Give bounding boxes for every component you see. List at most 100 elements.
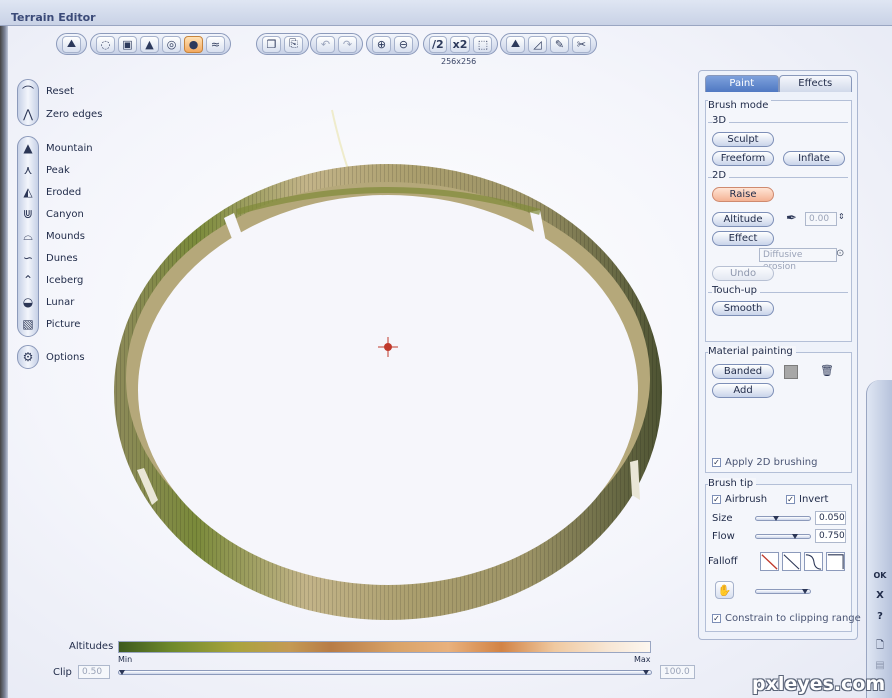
brush-preset-slider[interactable] bbox=[755, 589, 811, 594]
altitude-value-field[interactable]: 0.00 bbox=[805, 212, 837, 226]
copy-icon[interactable]: ❐ bbox=[262, 35, 281, 53]
airbrush-label: Airbrush bbox=[725, 494, 768, 505]
clip-max-handle[interactable] bbox=[643, 670, 649, 675]
invert-row[interactable]: ✓ Invert bbox=[786, 494, 828, 505]
altitude-button[interactable]: Altitude bbox=[712, 212, 774, 227]
close-button[interactable]: X bbox=[872, 588, 888, 604]
clip-range-slider[interactable] bbox=[118, 670, 652, 675]
lunar-icon: ◒ bbox=[22, 295, 34, 309]
stamp-icon[interactable]: ▣ bbox=[118, 35, 137, 53]
chevron-down-icon[interactable]: ⊙ bbox=[836, 248, 844, 259]
effect-button[interactable]: Effect bbox=[712, 231, 774, 246]
freeform-button[interactable]: Freeform bbox=[712, 151, 774, 166]
preset-picture[interactable]: ▧ Picture bbox=[17, 313, 80, 335]
size-slider[interactable] bbox=[755, 516, 811, 521]
mountain-brush-icon[interactable]: ▲ bbox=[140, 35, 159, 53]
terrain-tool-4-icon[interactable]: ✂ bbox=[572, 35, 591, 53]
preset-lunar[interactable]: ◒ Lunar bbox=[17, 291, 75, 313]
inflate-button[interactable]: Inflate bbox=[783, 151, 845, 166]
preset-iceberg[interactable]: ⌃ Iceberg bbox=[17, 269, 83, 291]
constrain-checkbox[interactable]: ✓ bbox=[712, 614, 721, 623]
zero-edges-tool[interactable]: ⋀ Zero edges bbox=[17, 103, 102, 125]
size-value-field[interactable]: 0.050 bbox=[815, 511, 846, 525]
paste-icon[interactable]: ⎘ bbox=[284, 35, 303, 53]
min-label: Min bbox=[118, 655, 133, 664]
iceberg-icon: ⌃ bbox=[22, 273, 34, 287]
undo-icon[interactable]: ↶ bbox=[316, 35, 335, 53]
crop-icon[interactable]: ⬚ bbox=[473, 35, 493, 53]
airbrush-checkbox[interactable]: ✓ bbox=[712, 495, 721, 504]
reset-tool[interactable]: ⌒ Reset bbox=[17, 80, 74, 102]
preset-canyon[interactable]: ⋓ Canyon bbox=[17, 203, 84, 225]
eroded-icon: ◭ bbox=[23, 185, 33, 199]
zoom-out-icon[interactable]: ⊖ bbox=[394, 35, 413, 53]
raise-button[interactable]: Raise bbox=[712, 187, 774, 202]
banded-button[interactable]: Banded bbox=[712, 364, 774, 379]
constrain-row[interactable]: ✓ Constrain to clipping range bbox=[712, 613, 861, 624]
slider-knob[interactable] bbox=[772, 516, 779, 521]
ring-interior bbox=[138, 195, 638, 585]
invert-checkbox[interactable]: ✓ bbox=[786, 495, 795, 504]
sculpt-button[interactable]: Sculpt bbox=[712, 132, 774, 147]
eyedropper-icon[interactable]: ✒ bbox=[786, 211, 797, 226]
peak-icon: ⋏ bbox=[23, 163, 33, 177]
add-material-button[interactable]: Add bbox=[712, 383, 774, 398]
ok-button[interactable]: OK bbox=[872, 568, 888, 584]
preset-mounds[interactable]: ⌓ Mounds bbox=[17, 225, 85, 247]
slider-knob[interactable] bbox=[802, 589, 808, 594]
preset-dunes[interactable]: ∽ Dunes bbox=[17, 247, 78, 269]
airbrush-row[interactable]: ✓ Airbrush bbox=[712, 494, 767, 505]
water-icon[interactable]: ≈ bbox=[206, 35, 225, 53]
trash-icon[interactable]: 🗑 bbox=[820, 364, 834, 377]
material-swatch[interactable] bbox=[784, 365, 798, 379]
apply-2d-checkbox[interactable]: ✓ bbox=[712, 458, 721, 467]
terrain-select-icon[interactable]: ⛰ bbox=[62, 35, 81, 53]
clip-min-handle[interactable] bbox=[119, 670, 125, 675]
invert-label: Invert bbox=[799, 494, 829, 505]
picture-icon: ▧ bbox=[22, 317, 34, 331]
sphere-outline-icon[interactable]: ◎ bbox=[162, 35, 181, 53]
preset-mountain[interactable]: ▲ Mountain bbox=[17, 137, 92, 159]
undo-button[interactable]: Undo bbox=[712, 266, 774, 281]
altitude-spinner-icon[interactable]: ⇕ bbox=[838, 212, 845, 221]
half-resolution-button[interactable]: /2 bbox=[429, 35, 447, 53]
falloff-straight-icon[interactable] bbox=[782, 552, 801, 571]
apply-2d-row[interactable]: ✓ Apply 2D brushing bbox=[712, 457, 817, 468]
smooth-button[interactable]: Smooth bbox=[712, 301, 774, 316]
falloff-linear-icon[interactable] bbox=[760, 552, 779, 571]
save-icon[interactable]: ▤ bbox=[872, 658, 888, 674]
zoom-in-icon[interactable]: ⊕ bbox=[372, 35, 391, 53]
terrain-tool-1-icon[interactable]: ⛰ bbox=[506, 35, 525, 53]
material-title: Material painting bbox=[708, 346, 796, 357]
window-title: Terrain Editor bbox=[11, 11, 96, 24]
tab-effects[interactable]: Effects bbox=[778, 75, 852, 92]
flow-value-field[interactable]: 0.750 bbox=[815, 529, 846, 543]
flow-slider[interactable] bbox=[755, 534, 811, 539]
preset-eroded[interactable]: ◭ Eroded bbox=[17, 181, 81, 203]
apply-2d-label: Apply 2D brushing bbox=[725, 457, 818, 468]
toolbar-group-resolution: /2 x2 ⬚ bbox=[423, 33, 499, 55]
brush-preset-icon[interactable]: ✋ bbox=[715, 581, 734, 599]
title-bar: Terrain Editor bbox=[0, 0, 892, 26]
tab-paint[interactable]: Paint bbox=[705, 75, 779, 92]
effect-dropdown[interactable]: Diffusive erosion bbox=[759, 248, 837, 272]
clip-min-field[interactable]: 0.50 bbox=[78, 665, 110, 679]
options-tool[interactable]: ⚙ Options bbox=[17, 346, 85, 368]
mode-3d-label: 3D bbox=[712, 115, 730, 126]
document-icon[interactable]: 🗋 bbox=[872, 638, 888, 654]
help-button[interactable]: ? bbox=[872, 609, 888, 625]
falloff-flat-icon[interactable] bbox=[826, 552, 845, 571]
clip-max-field[interactable]: 100.0 bbox=[660, 665, 695, 679]
redo-icon[interactable]: ↷ bbox=[338, 35, 357, 53]
sphere-solid-icon[interactable]: ● bbox=[184, 35, 203, 53]
toolbar-group-clipboard: ❐ ⎘ bbox=[256, 33, 309, 55]
slider-knob[interactable] bbox=[792, 534, 798, 539]
terrain-tool-2-icon[interactable]: ◿ bbox=[528, 35, 547, 53]
terrain-preview[interactable] bbox=[112, 100, 664, 625]
preset-peak[interactable]: ⋏ Peak bbox=[17, 159, 70, 181]
terrain-tool-3-icon[interactable]: ✎ bbox=[550, 35, 569, 53]
double-resolution-button[interactable]: x2 bbox=[449, 35, 471, 53]
falloff-smooth-icon[interactable] bbox=[804, 552, 823, 571]
altitude-gradient[interactable] bbox=[118, 641, 651, 653]
lasso-icon[interactable]: ◌ bbox=[96, 35, 115, 53]
